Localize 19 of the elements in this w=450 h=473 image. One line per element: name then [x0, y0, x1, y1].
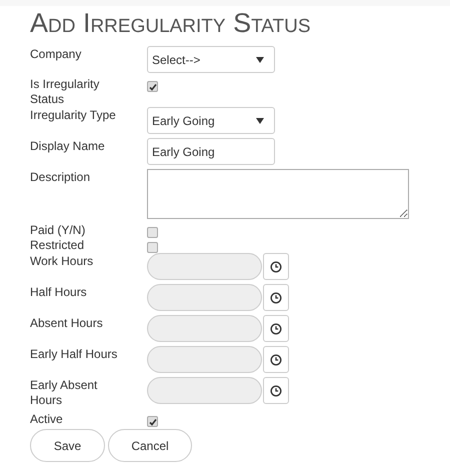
field-label: Company	[30, 46, 82, 62]
action-button[interactable]: Save	[30, 429, 105, 462]
field-label: Absent Hours	[30, 315, 104, 331]
field-label: Irregularity Type	[30, 107, 117, 123]
field-label: Active	[30, 412, 64, 427]
input-field[interactable]: Early Going	[147, 138, 275, 165]
field-label: Description	[30, 169, 92, 185]
field-label: Half Hours	[30, 284, 88, 300]
dropdown[interactable]: Select-->	[147, 46, 275, 73]
field-label: Early Half Hours	[30, 346, 118, 362]
field-label: Work Hours	[30, 253, 94, 269]
field-label: Restricted	[30, 238, 86, 253]
dropdown[interactable]: Early Going	[147, 107, 275, 134]
field-label: Is Irregularity Status	[30, 77, 100, 107]
field-label: Early Absent Hours	[30, 377, 98, 408]
action-button[interactable]: Cancel	[108, 429, 192, 462]
field-label: Display Name	[30, 138, 106, 154]
field-label: Paid (Y/N)	[30, 223, 86, 238]
page-title: Add Irregularity Status	[30, 8, 312, 38]
